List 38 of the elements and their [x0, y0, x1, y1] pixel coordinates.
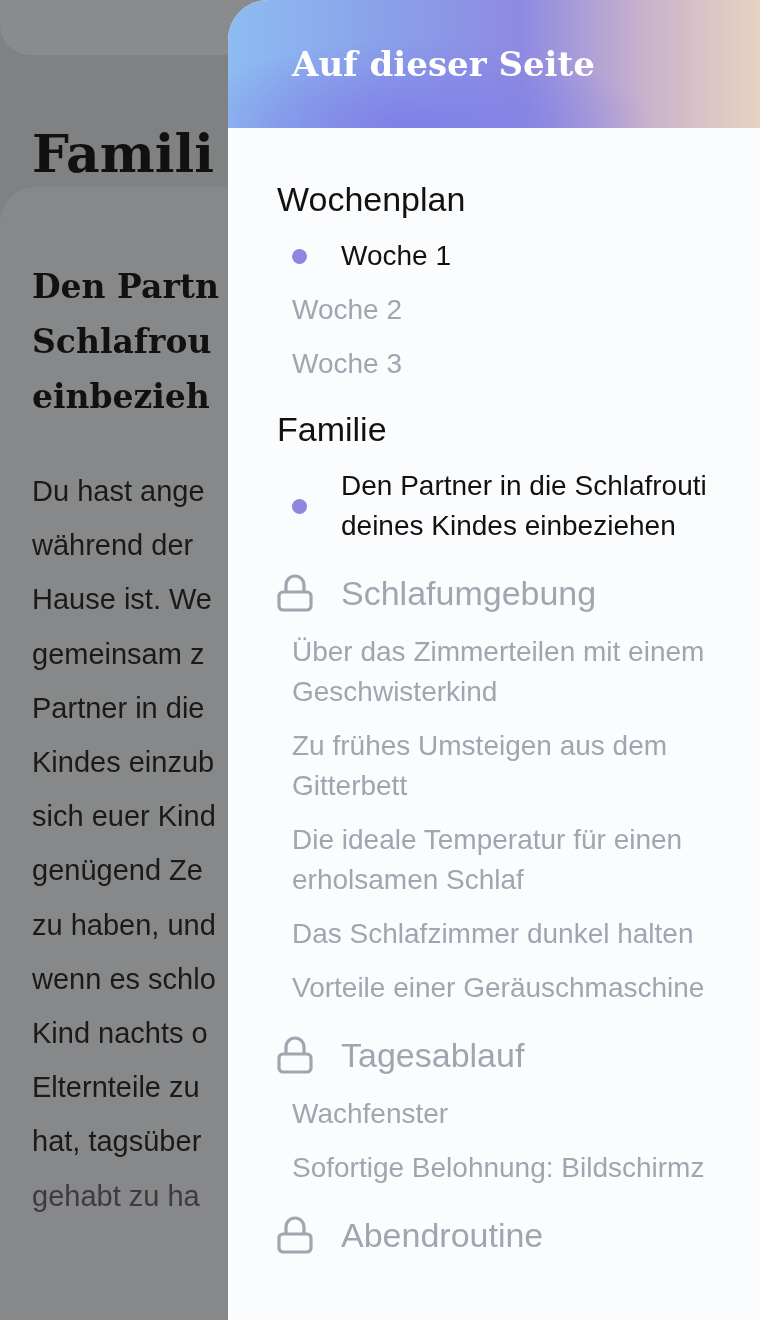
lock-icon	[277, 1216, 313, 1254]
article-text: sich euer Kind	[32, 799, 216, 835]
article-text: hat, tagsüber	[32, 1124, 202, 1160]
lock-icon	[277, 1036, 313, 1074]
toc-link[interactable]: Sofortige Belohnung: Bildschirmz	[292, 1148, 705, 1188]
section-link[interactable]: Schlafumgebung	[341, 573, 597, 613]
article-text: Hause ist. We	[32, 582, 212, 618]
article-text: Partner in die	[32, 690, 205, 726]
page-title: Famili	[32, 122, 215, 186]
toc-link[interactable]: Den Partner in die Schlafrouti deines Kindes einbeziehen	[341, 466, 760, 546]
toc-link[interactable]: Über das Zimmerteilen mit einem Geschwisterkind	[292, 632, 760, 712]
article-text: Elternteile zu	[32, 1070, 200, 1106]
article-text: gemeinsam z	[32, 636, 205, 672]
article-text: während der	[32, 528, 194, 564]
article-text: Kind nachts o	[32, 1016, 208, 1052]
lock-icon	[277, 574, 313, 612]
toc-link[interactable]: Zu frühes Umsteigen aus dem Gitterbett	[292, 726, 760, 806]
toc-link[interactable]: Woche 3	[292, 344, 402, 384]
toc-link[interactable]: Woche 1	[341, 236, 451, 276]
toc-link[interactable]: Wachfenster	[292, 1094, 449, 1134]
section-link[interactable]: Abendroutine	[341, 1215, 544, 1255]
article-text: genügend Ze	[32, 853, 203, 889]
toc-link[interactable]: Woche 2	[292, 290, 402, 330]
section-link[interactable]: Wochenplan	[277, 179, 466, 219]
article-text: wenn es schlo	[32, 961, 216, 997]
article-text: Du hast ange	[32, 474, 205, 509]
toc-link[interactable]: Die ideale Temperatur für einen erholsamen Schlaf	[292, 820, 760, 900]
toc-link[interactable]: Vorteile einer Geräuschmaschine	[292, 968, 705, 1008]
section-link[interactable]: Tagesablauf	[341, 1035, 525, 1075]
article-text: gehabt zu ha	[32, 1178, 200, 1214]
article-heading: einbezieh	[32, 376, 210, 418]
article-text: Kindes einzub	[32, 745, 215, 780]
toc-link[interactable]: Das Schlafzimmer dunkel halten	[292, 914, 694, 954]
article-heading: Den Partn	[32, 266, 220, 308]
drawer-title: Auf dieser Seite	[292, 44, 595, 84]
article-heading: Schlafrou	[32, 321, 212, 363]
article-text: zu haben, und	[32, 907, 216, 943]
section-link[interactable]: Familie	[277, 409, 387, 449]
